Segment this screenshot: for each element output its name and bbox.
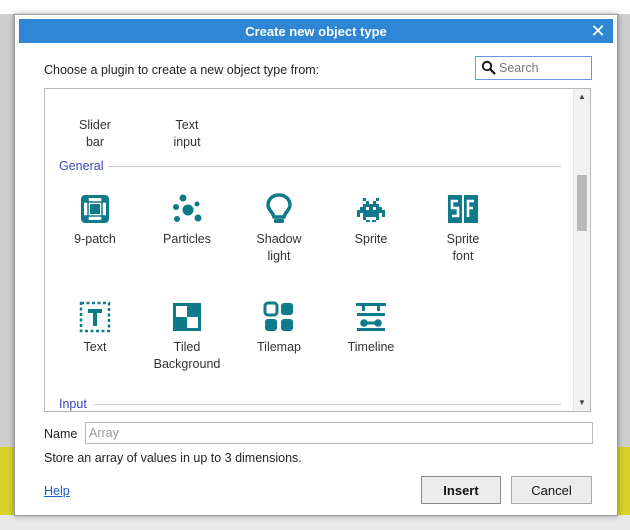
plugin-item-label: Sprite font	[446, 232, 480, 263]
nine-patch-icon	[81, 195, 109, 223]
sprite-font-icon	[448, 195, 478, 223]
background-bottom	[0, 515, 630, 530]
plugin-item-label: Text input	[173, 118, 201, 149]
tiled-background-icon	[173, 303, 201, 331]
plugin-item-label: Tilemap	[257, 340, 301, 354]
timeline-icon	[356, 303, 386, 331]
plugin-item-sprite[interactable]: Sprite	[326, 193, 416, 248]
sprite-icon	[357, 198, 385, 222]
help-link[interactable]: Help	[44, 484, 70, 498]
plugin-item-tilemap[interactable]: Tilemap	[234, 301, 324, 356]
plugin-list: Slider bar Text input General 9-patch Pa…	[44, 88, 591, 412]
section-title-input: Input	[59, 397, 87, 411]
list-scrollbar[interactable]: ▲ ▼	[573, 89, 590, 411]
plugin-item-9-patch[interactable]: 9-patch	[50, 193, 140, 248]
shadow-light-icon	[266, 193, 292, 223]
section-divider	[108, 166, 561, 167]
name-label: Name	[44, 427, 78, 441]
plugin-item-label: Text	[83, 340, 107, 354]
plugin-item-label: Shadow light	[256, 232, 302, 263]
scroll-thumb[interactable]	[577, 175, 587, 231]
close-icon[interactable]: ✕	[589, 21, 607, 41]
scroll-down-arrow-icon[interactable]: ▼	[574, 395, 590, 411]
dialog-title: Create new object type	[245, 23, 387, 39]
search-input[interactable]	[499, 61, 587, 75]
text-icon	[79, 301, 111, 333]
plugin-item-tiled-background[interactable]: Tiled Background	[142, 301, 232, 373]
particles-icon	[173, 194, 202, 222]
cancel-button[interactable]: Cancel	[511, 476, 592, 504]
name-input[interactable]	[85, 422, 593, 444]
background-top	[0, 0, 630, 14]
plugin-item-label: Particles	[163, 232, 211, 246]
plugin-item-text-input[interactable]: Text input	[142, 88, 232, 151]
scroll-up-arrow-icon[interactable]: ▲	[574, 89, 590, 105]
plugin-item-label: Sprite	[354, 232, 388, 246]
section-divider	[94, 404, 561, 405]
plugin-item-label: Tiled Background	[153, 340, 221, 371]
plugin-item-sprite-font[interactable]: Sprite font	[418, 193, 508, 265]
insert-button[interactable]: Insert	[421, 476, 501, 504]
plugin-item-text[interactable]: Text	[50, 301, 140, 356]
plugin-item-shadow-light[interactable]: Shadow light	[234, 193, 324, 265]
create-object-dialog: Create new object type ✕ Choose a plugin…	[14, 14, 618, 516]
text-input-icon	[171, 88, 203, 111]
slider-bar-icon	[79, 88, 111, 111]
search-icon	[481, 60, 496, 75]
section-title-general: General	[59, 159, 104, 173]
plugin-item-label: Timeline	[347, 340, 395, 354]
plugin-item-particles[interactable]: Particles	[142, 193, 232, 248]
plugin-item-label: Slider bar	[79, 118, 111, 149]
plugin-item-slider-bar[interactable]: Slider bar	[50, 88, 140, 151]
plugin-item-label: 9-patch	[74, 232, 116, 246]
search-box[interactable]	[475, 56, 592, 80]
plugin-item-timeline[interactable]: Timeline	[326, 301, 416, 356]
tilemap-icon	[263, 301, 293, 331]
plugin-description: Store an array of values in up to 3 dime…	[44, 451, 302, 465]
plugin-prompt: Choose a plugin to create a new object t…	[44, 63, 320, 77]
dialog-titlebar: Create new object type ✕	[19, 19, 613, 43]
